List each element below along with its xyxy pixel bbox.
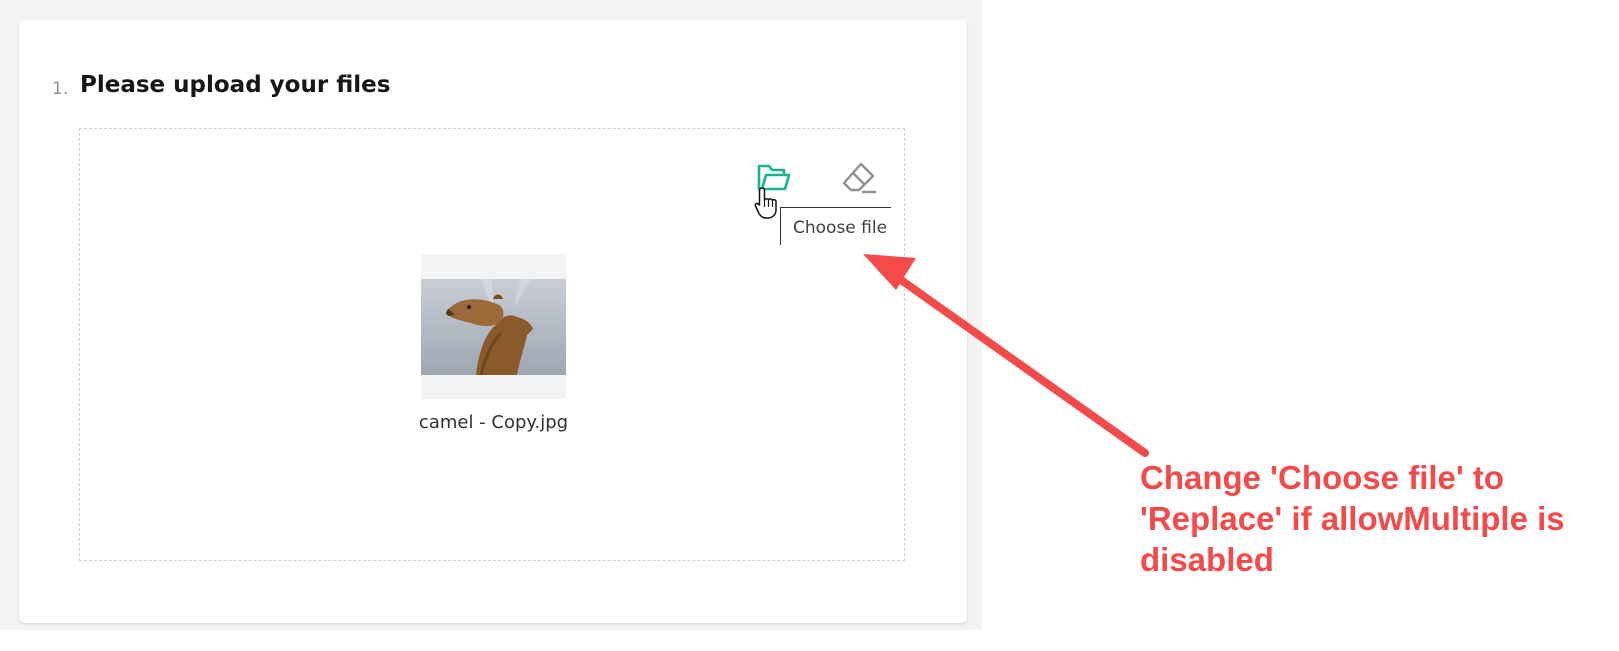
annotation-note: Change 'Choose file' to 'Replace' if all…: [1140, 459, 1565, 578]
